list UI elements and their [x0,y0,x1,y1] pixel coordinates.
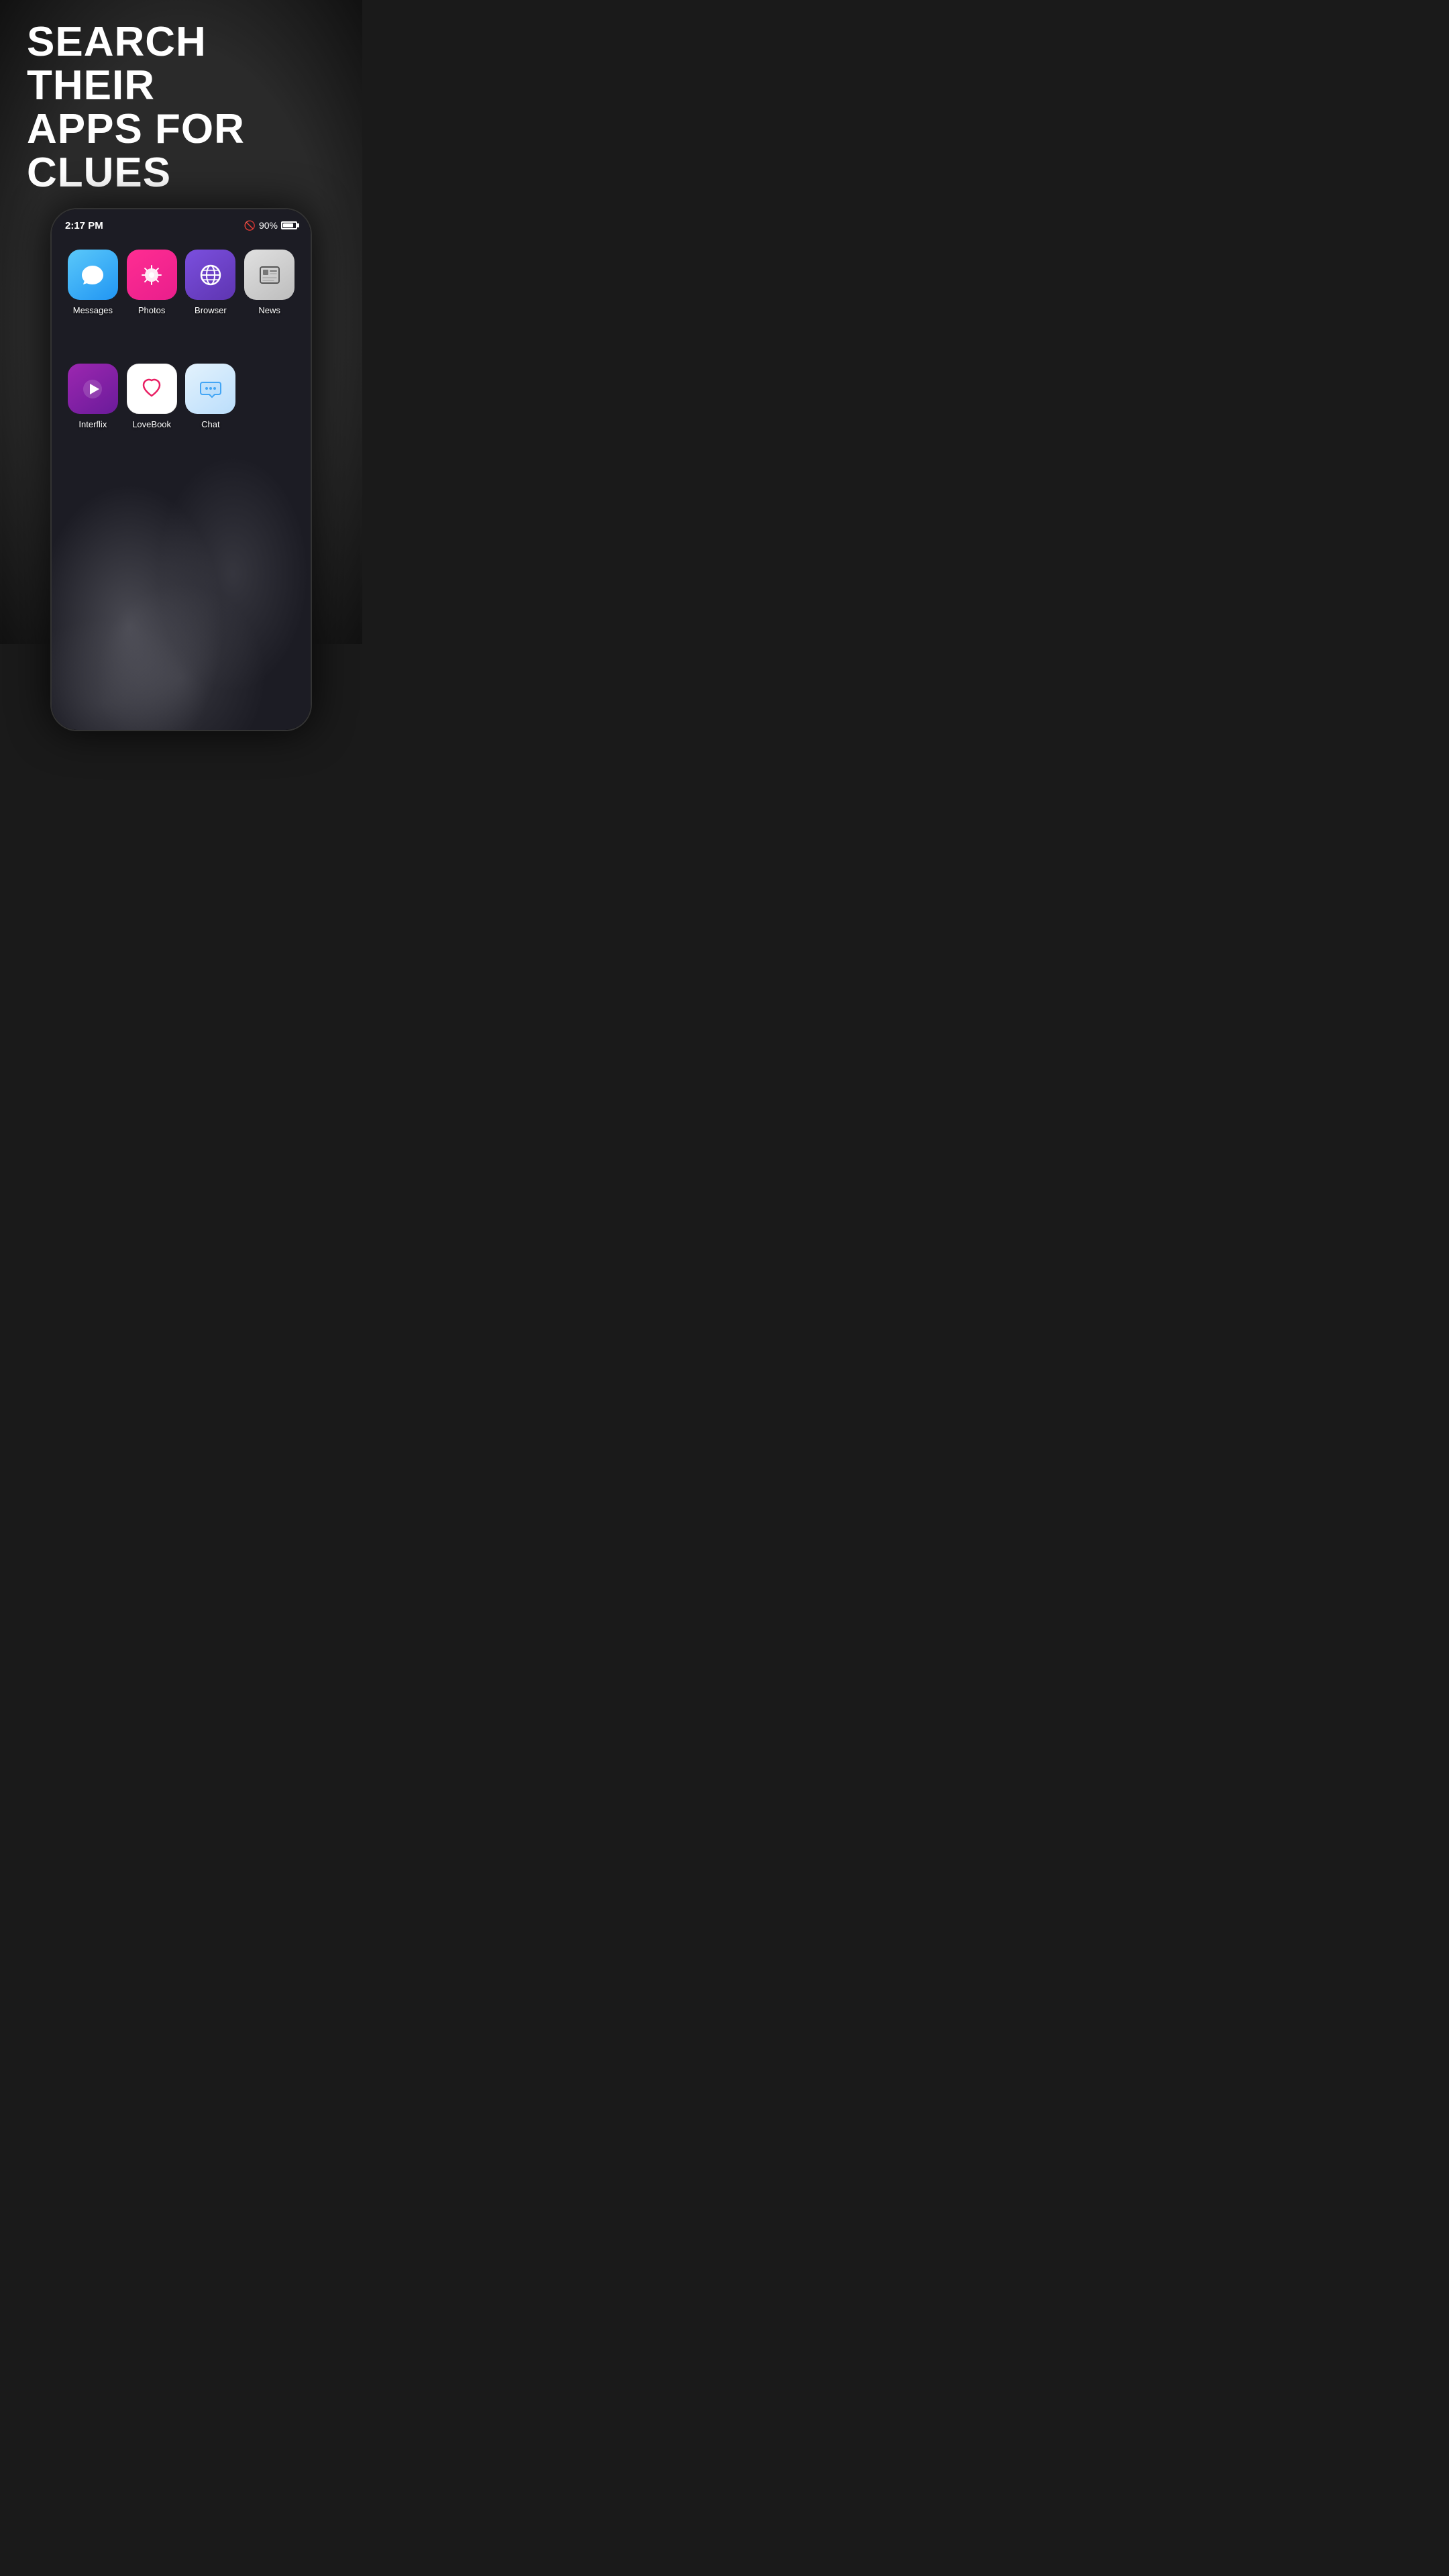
photos-label: Photos [138,305,165,315]
app-item-lovebook[interactable]: LoveBook [124,364,180,429]
interflix-label: Interflix [78,419,107,429]
phone-frame: 2:17 PM 🚫 90% [50,208,312,731]
messages-label: Messages [73,305,113,315]
app-item-chat[interactable]: Chat [183,364,239,429]
app-item-messages[interactable]: Messages [65,250,121,315]
status-right: 🚫 90% [244,220,297,231]
app-item-news[interactable]: News [241,250,297,315]
chat-icon [185,364,235,414]
lovebook-icon [127,364,177,414]
app-item-browser[interactable]: Browser [183,250,239,315]
battery-body [281,221,297,229]
battery-icon [281,221,297,229]
battery-fill [283,223,293,227]
interflix-icon [68,364,118,414]
phone-wrapper: 2:17 PM 🚫 90% [50,208,312,731]
news-icon [244,250,294,300]
browser-icon [185,250,235,300]
status-time: 2:17 PM [65,220,103,231]
browser-label: Browser [195,305,227,315]
app-item-photos[interactable]: Photos [124,250,180,315]
status-bar: 2:17 PM 🚫 90% [52,209,311,236]
app-item-interflix[interactable]: Interflix [65,364,121,429]
messages-icon [68,250,118,300]
news-label: News [258,305,280,315]
outer-background: SEARCH THEIR APPS FOR CLUES 2:17 PM 🚫 90… [0,0,362,644]
headline-container: SEARCH THEIR APPS FOR CLUES [0,0,362,208]
app-grid-row1: Messages Photos [52,243,311,322]
photos-icon [127,250,177,300]
battery-percent: 90% [259,220,278,231]
no-disturb-icon: 🚫 [244,220,256,231]
chat-label: Chat [201,419,219,429]
headline-text: SEARCH THEIR APPS FOR CLUES [27,20,335,195]
app-grid-row2: Interflix LoveBook [52,357,311,436]
lovebook-label: LoveBook [132,419,171,429]
